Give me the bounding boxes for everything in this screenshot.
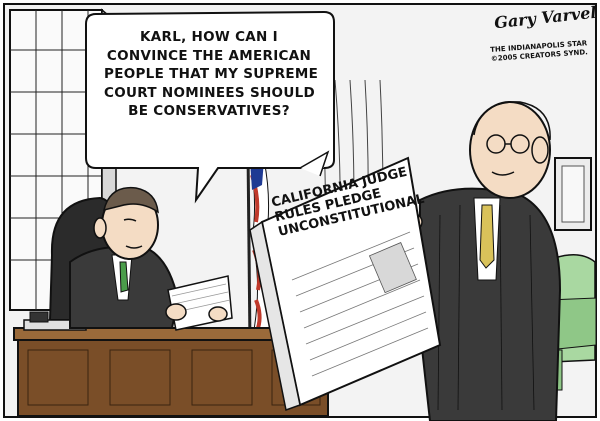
speech-line: CONVINCE THE AMERICAN [106, 47, 312, 64]
cartoon-panel: KARL, HOW CAN I CONVINCE THE AMERICAN PE… [0, 0, 600, 421]
speech-line: COURT NOMINEES SHOULD [104, 84, 316, 101]
speech-line: PEOPLE THAT MY SUPREME [104, 66, 319, 82]
speech-line: BE CONSERVATIVES? [128, 103, 290, 119]
speech-bubble-text: KARL, HOW CAN I CONVINCE THE AMERICAN PE… [104, 28, 319, 121]
speech-line: KARL, HOW CAN I [140, 29, 278, 45]
